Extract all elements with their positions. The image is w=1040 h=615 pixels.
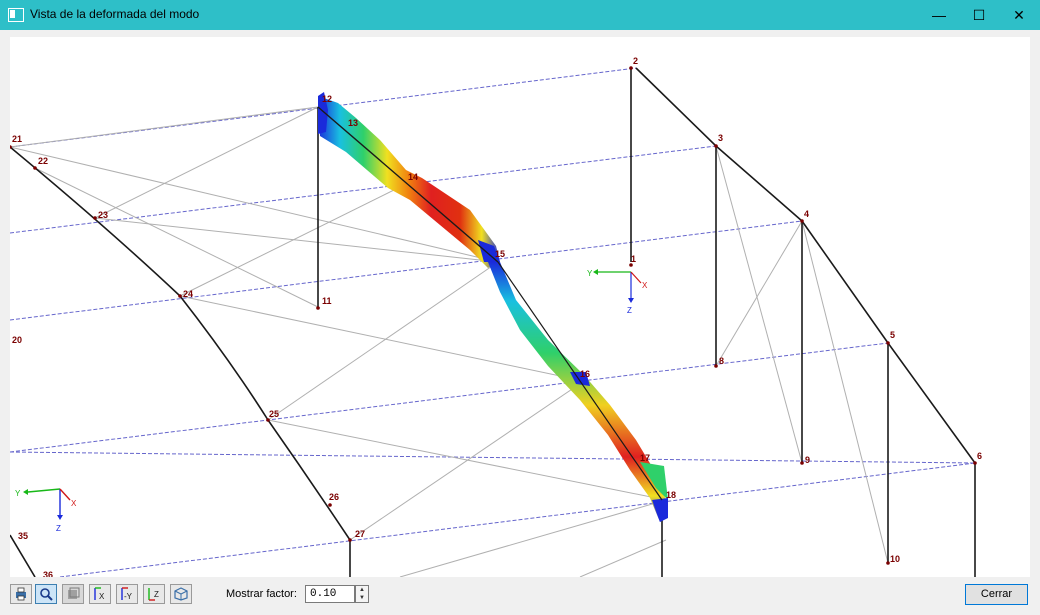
factor-spinner[interactable]: ▲ ▼ — [355, 585, 369, 603]
spin-up-icon[interactable]: ▲ — [356, 586, 368, 594]
node-label: 18 — [666, 490, 676, 500]
view-x-button[interactable]: X — [89, 584, 111, 604]
node-label: 3 — [718, 133, 723, 143]
node-label: 8 — [719, 356, 724, 366]
bottom-toolbar: X -Y Z Mostrar factor: ▲ ▼ Cerrar — [0, 578, 1040, 615]
node-label: 26 — [329, 492, 339, 502]
minimize-icon: — — [932, 7, 946, 23]
axis-y-label: Y — [15, 489, 21, 498]
factor-label: Mostrar factor: — [226, 588, 297, 600]
node-label: 24 — [183, 289, 193, 299]
axis-z-label: Z — [627, 306, 632, 315]
node-label: 27 — [355, 529, 365, 539]
beam-lines — [10, 67, 976, 577]
spin-down-icon[interactable]: ▼ — [356, 594, 368, 602]
node-label: 22 — [38, 156, 48, 166]
node-label: 11 — [322, 296, 332, 306]
node-label: 4 — [804, 209, 809, 219]
node-label: 6 — [977, 451, 982, 461]
view-z-button[interactable]: Z — [143, 584, 165, 604]
node-label: 16 — [580, 369, 590, 379]
node-label: 12 — [322, 94, 332, 104]
close-button[interactable]: Cerrar — [965, 584, 1028, 605]
bracing-lines — [10, 106, 889, 577]
axis-y-label: Y — [587, 269, 593, 278]
view-z-label: Z — [154, 590, 159, 599]
maximize-icon: ☐ — [972, 6, 986, 23]
render-icon — [68, 587, 80, 599]
view-iso-button[interactable] — [170, 584, 192, 604]
model-viewport[interactable]: 1 2 3 4 5 6 8 9 10 11 12 13 14 15 16 17 … — [10, 37, 1030, 577]
node-label: 20 — [12, 335, 22, 345]
axis-x-label: X — [71, 499, 77, 508]
app-icon — [8, 8, 24, 22]
view-y-button[interactable]: -Y — [116, 584, 138, 604]
node-label: 10 — [890, 554, 900, 564]
node-label: 21 — [12, 134, 22, 144]
node-label: 15 — [495, 249, 505, 259]
zoom-icon — [40, 588, 53, 601]
axis-z-label: Z — [56, 524, 61, 533]
node-label: 1 — [631, 254, 636, 264]
print-button[interactable] — [10, 584, 32, 604]
window-title: Vista de la deformada del modo — [30, 7, 200, 21]
title-bar: Vista de la deformada del modo — ☐ ✕ — [0, 0, 1040, 30]
frame-members — [10, 67, 976, 577]
view-y-icon: -Y — [121, 587, 133, 601]
print-icon — [16, 587, 26, 601]
view-x-label: X — [99, 592, 105, 601]
node-label: 23 — [98, 210, 108, 220]
model-svg: 1 2 3 4 5 6 8 9 10 11 12 13 14 15 16 17 … — [10, 56, 982, 577]
view-x-icon: X — [94, 587, 105, 601]
axis-x-label: X — [642, 281, 648, 290]
node-label: 2 — [633, 56, 638, 66]
node-label: 35 — [18, 531, 28, 541]
view-z-icon: Z — [148, 588, 159, 601]
node-label: 5 — [890, 330, 895, 340]
node-label: 25 — [269, 409, 279, 419]
axis-triad-corner: Y Z X — [15, 488, 77, 533]
node-label: 17 — [640, 453, 650, 463]
node-label: 36 — [43, 570, 53, 577]
node-label: 13 — [348, 118, 358, 128]
node-label: 9 — [805, 455, 810, 465]
factor-input[interactable] — [305, 585, 355, 603]
render-button[interactable] — [62, 584, 84, 604]
close-icon: ✕ — [1013, 6, 1025, 23]
zoom-button[interactable] — [35, 584, 57, 604]
node-dots — [10, 66, 977, 565]
axis-triad-center: Y Z X — [587, 269, 648, 315]
view-iso-icon — [174, 587, 188, 601]
close-window-button[interactable]: ✕ — [996, 0, 1040, 30]
node-label: 14 — [408, 172, 418, 182]
view-y-label: -Y — [124, 592, 133, 601]
